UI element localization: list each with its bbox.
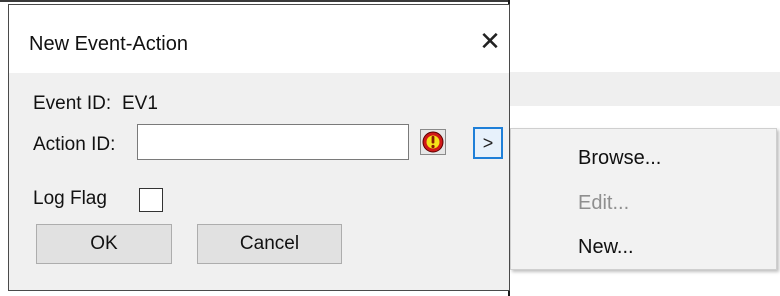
menu-item-new[interactable]: New... (578, 236, 634, 259)
more-options-button[interactable]: > (473, 127, 503, 159)
menu-item-browse[interactable]: Browse... (578, 147, 661, 170)
event-id-value: EV1 (122, 93, 158, 114)
warning-icon (422, 131, 444, 153)
dialog-title: New Event-Action (29, 33, 188, 55)
chevron-right-icon: > (482, 132, 494, 153)
context-menu: Browse... Edit... New... (510, 128, 777, 270)
action-id-label: Action ID: (33, 134, 116, 155)
warning-button[interactable] (420, 129, 446, 155)
new-event-action-dialog: New Event-Action ✕ Event ID: EV1 Action … (8, 4, 510, 291)
background-row-highlight (510, 72, 780, 106)
event-id-label: Event ID: (33, 93, 112, 114)
close-icon[interactable]: ✕ (477, 28, 503, 54)
cancel-button[interactable]: Cancel (197, 224, 342, 264)
cancel-button-label: Cancel (239, 233, 300, 254)
action-id-input[interactable] (137, 124, 409, 160)
title-bar: New Event-Action ✕ (9, 5, 509, 73)
ok-button[interactable]: OK (36, 224, 172, 264)
log-flag-label: Log Flag (33, 188, 107, 209)
menu-item-edit: Edit... (578, 192, 630, 214)
ok-button-label: OK (90, 233, 118, 254)
log-flag-checkbox[interactable] (139, 188, 163, 212)
